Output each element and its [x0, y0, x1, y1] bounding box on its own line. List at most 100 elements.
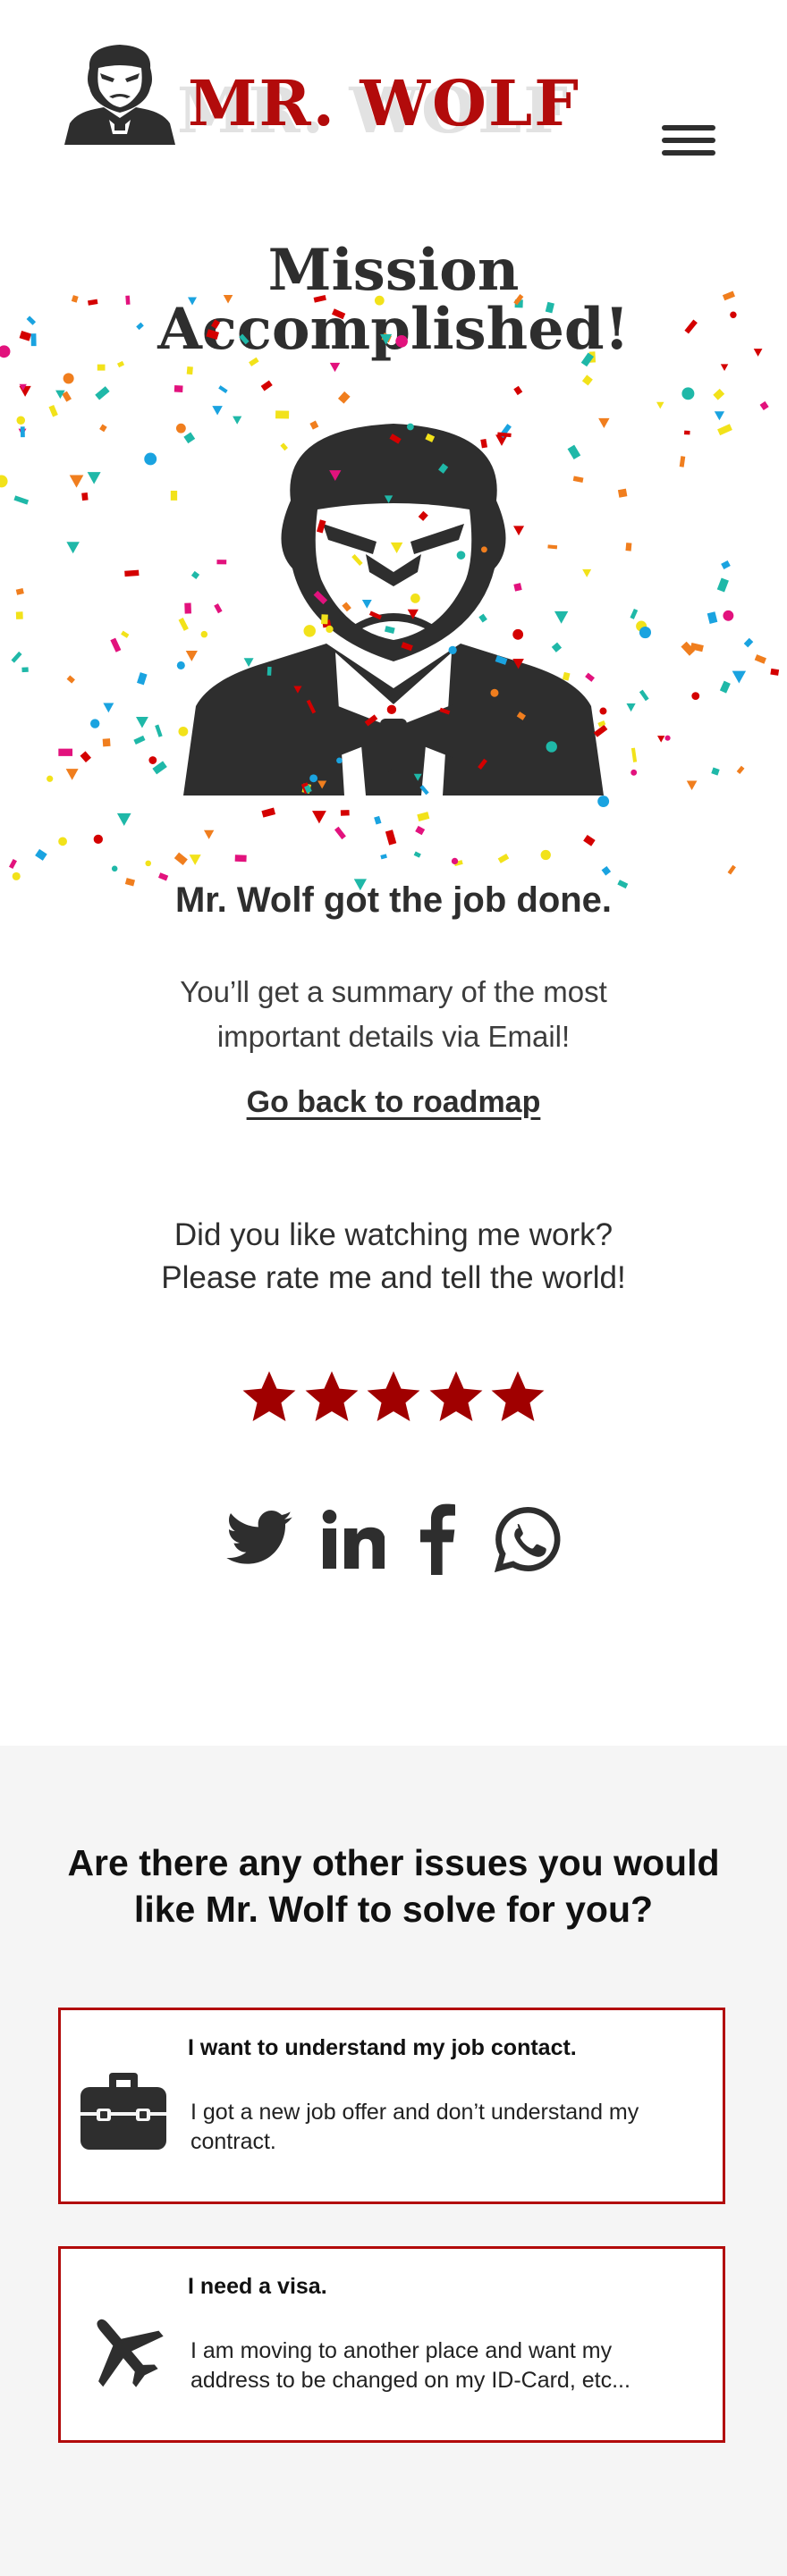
whatsapp-icon[interactable] — [492, 1503, 563, 1575]
confetti-piece — [598, 417, 610, 429]
facebook-icon[interactable] — [417, 1503, 456, 1575]
issue-card-description: I got a new job offer and don’t understa… — [190, 2100, 639, 2154]
star-icon[interactable] — [488, 1368, 547, 1427]
confetti-piece — [374, 815, 382, 825]
confetti-piece — [374, 295, 385, 306]
confetti-piece — [15, 611, 23, 619]
issue-card-visa[interactable]: I need a visa. I am moving to another pl… — [58, 2246, 725, 2443]
confetti-piece — [417, 812, 430, 821]
confetti-piece — [415, 825, 426, 836]
issue-card-job-contract[interactable]: I want to understand my job contact. I g… — [58, 2008, 725, 2204]
confetti-piece — [418, 510, 428, 521]
confetti-piece — [546, 741, 557, 753]
confetti-piece — [110, 637, 122, 652]
confetti-piece — [490, 688, 499, 697]
confetti-piece — [26, 316, 37, 325]
confetti-piece — [267, 666, 272, 676]
confetti-piece — [425, 433, 436, 442]
twitter-icon[interactable] — [224, 1503, 295, 1575]
confetti-piece — [664, 735, 671, 741]
confetti-piece — [145, 860, 152, 867]
confetti-piece — [754, 654, 766, 664]
confetti-piece — [730, 311, 737, 318]
confetti-piece — [58, 837, 67, 846]
confetti-piece — [95, 386, 110, 400]
confetti-piece — [144, 452, 157, 466]
back-to-roadmap-link[interactable]: Go back to roadmap — [0, 1085, 787, 1120]
confetti-piece — [497, 854, 510, 863]
confetti-piece — [0, 345, 11, 358]
confetti-piece — [20, 426, 25, 438]
confetti-piece — [21, 667, 29, 673]
confetti-piece — [184, 602, 191, 614]
confetti-piece — [306, 699, 317, 714]
confetti-piece — [478, 613, 487, 623]
confetti-piece — [562, 671, 571, 681]
confetti-piece — [111, 865, 118, 872]
confetti-piece — [234, 854, 247, 863]
confetti-piece — [336, 757, 343, 764]
issue-card-description: I am moving to another place and want my… — [190, 2338, 630, 2393]
confetti-piece — [19, 385, 31, 397]
confetti-piece — [630, 608, 639, 619]
confetti-piece — [80, 751, 91, 763]
confetti-decoration — [0, 290, 780, 891]
confetti-piece — [380, 854, 387, 860]
issue-card-heading: I need a visa. — [188, 2274, 327, 2299]
site-header: MR. WOLF — [0, 0, 787, 179]
confetti-piece — [361, 599, 372, 609]
confetti-piece — [451, 857, 459, 865]
confetti-piece — [439, 707, 451, 715]
confetti-piece — [513, 526, 525, 536]
wolf-mascot-icon[interactable] — [64, 41, 175, 145]
brand-logo-text[interactable]: MR. WOLF — [188, 68, 580, 139]
confetti-piece — [390, 542, 403, 554]
confetti-piece — [723, 610, 734, 621]
confetti-piece — [12, 871, 21, 880]
confetti-piece — [66, 675, 75, 684]
confetti-piece — [125, 295, 131, 305]
confetti-piece — [261, 807, 276, 818]
confetti-piece — [178, 726, 189, 737]
confetti-piece — [309, 420, 319, 430]
confetti-piece — [721, 560, 731, 569]
confetti-piece — [9, 858, 17, 870]
hamburger-menu-icon[interactable] — [662, 125, 715, 161]
star-icon[interactable] — [240, 1368, 299, 1427]
confetti-piece — [173, 852, 188, 866]
confetti-piece — [681, 387, 695, 400]
confetti-piece — [239, 333, 250, 345]
confetti-piece — [178, 618, 189, 631]
star-icon[interactable] — [364, 1368, 423, 1427]
confetti-piece — [413, 773, 422, 781]
confetti-piece — [581, 375, 593, 386]
confetti-piece — [337, 391, 351, 404]
confetti-piece — [727, 864, 736, 875]
confetti-piece — [35, 848, 47, 861]
confetti-piece — [190, 570, 200, 579]
confetti-piece — [516, 711, 526, 720]
confetti-piece — [293, 686, 302, 694]
confetti-piece — [513, 583, 522, 592]
confetti-piece — [173, 384, 183, 392]
confetti-piece — [97, 364, 106, 371]
confetti-piece — [185, 650, 198, 661]
confetti-piece — [116, 360, 125, 368]
confetti-piece — [249, 357, 259, 366]
confetti-piece — [135, 716, 148, 728]
confetti-piece — [102, 738, 111, 747]
confetti-piece — [597, 796, 610, 807]
confetti-piece — [410, 593, 420, 603]
confetti-piece — [656, 401, 664, 409]
confetti-piece — [679, 456, 686, 467]
star-icon[interactable] — [427, 1368, 486, 1427]
confetti-piece — [19, 330, 32, 341]
confetti-piece — [121, 630, 130, 638]
confetti-piece — [317, 519, 326, 534]
confetti-piece — [456, 551, 466, 560]
confetti-piece — [707, 611, 718, 624]
confetti-piece — [386, 704, 397, 715]
linkedin-icon[interactable] — [320, 1503, 385, 1575]
menu-line — [662, 138, 715, 143]
star-icon[interactable] — [302, 1368, 361, 1427]
